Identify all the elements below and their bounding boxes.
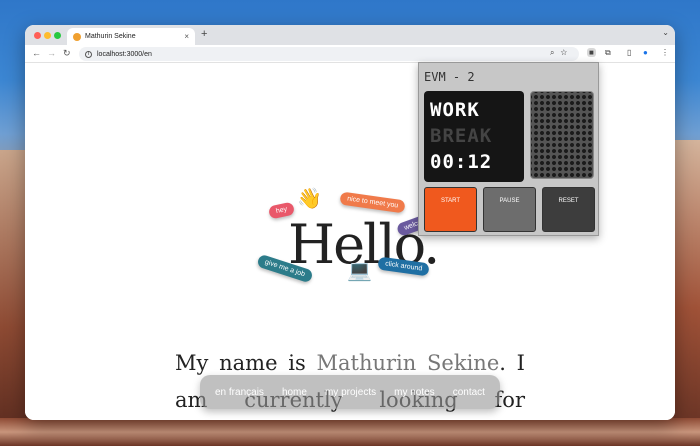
start-button[interactable]: START — [424, 187, 477, 232]
nav-item-language[interactable]: en français — [215, 387, 264, 398]
bio-text-before: My name is — [175, 351, 317, 375]
zoom-bookmark-icons[interactable]: ⌕☆ — [550, 48, 573, 58]
speaker-grille — [530, 91, 594, 179]
timer-time: 00:12 — [430, 151, 493, 173]
reset-button[interactable]: RESET — [542, 187, 595, 232]
tab-bar: Mathurin Sekine × + ⌄ — [25, 25, 675, 45]
maximize-window-button[interactable] — [54, 32, 61, 39]
browser-tab[interactable]: Mathurin Sekine × — [67, 28, 195, 45]
back-icon[interactable]: ← — [32, 48, 41, 58]
side-panel-icon[interactable]: ▯ — [627, 48, 631, 57]
pause-button[interactable]: PAUSE — [483, 187, 536, 232]
browser-menu-icon[interactable]: ⋮ — [661, 48, 669, 57]
close-window-button[interactable] — [34, 32, 41, 39]
profile-avatar-icon[interactable]: ● — [643, 48, 648, 57]
tag-nice-to-meet-you[interactable]: nice to meet you — [339, 191, 406, 214]
bio-name: Mathurin Sekine — [316, 351, 500, 375]
nav-item-contact[interactable]: contact — [453, 387, 485, 398]
timer-display: WORK BREAK 00:12 — [424, 91, 524, 182]
reload-icon[interactable]: ↻ — [63, 48, 71, 59]
bottom-navigation: en français home my projects my notes co… — [200, 375, 500, 409]
mode-break: BREAK — [430, 125, 493, 147]
laptop-icon[interactable]: 💻 — [347, 258, 372, 283]
address-bar[interactable]: i localhost:3000/en ⌕☆ — [79, 47, 579, 61]
mode-work: WORK — [430, 99, 480, 121]
nav-item-notes[interactable]: my notes — [394, 387, 435, 398]
site-info-icon[interactable]: i — [85, 50, 92, 58]
tab-search-icon[interactable]: ⌄ — [662, 28, 669, 37]
desktop-rock-bottom — [0, 418, 700, 446]
url-text: localhost:3000/en — [97, 50, 152, 58]
waving-hand-icon[interactable]: 👋 — [297, 186, 322, 211]
new-tab-button[interactable]: + — [201, 28, 207, 40]
forward-icon[interactable]: → — [47, 48, 56, 58]
tab-title: Mathurin Sekine — [85, 33, 136, 40]
favicon-icon — [73, 32, 81, 41]
minimize-window-button[interactable] — [44, 32, 51, 39]
nav-item-home[interactable]: home — [282, 387, 307, 398]
extensions-puzzle-icon[interactable]: ⧉ — [605, 48, 611, 58]
tab-close-icon[interactable]: × — [184, 32, 189, 41]
extension-icon[interactable]: ■ — [587, 48, 596, 57]
timer-extension-popup: EVM - 2 WORK BREAK 00:12 START PAUSE RES… — [418, 62, 599, 236]
browser-toolbar: ← → ↻ i localhost:3000/en ⌕☆ ■ ⧉ ▯ ● ⋮ — [25, 45, 675, 63]
nav-item-projects[interactable]: my projects — [325, 387, 376, 398]
timer-title: EVM - 2 — [424, 70, 475, 84]
